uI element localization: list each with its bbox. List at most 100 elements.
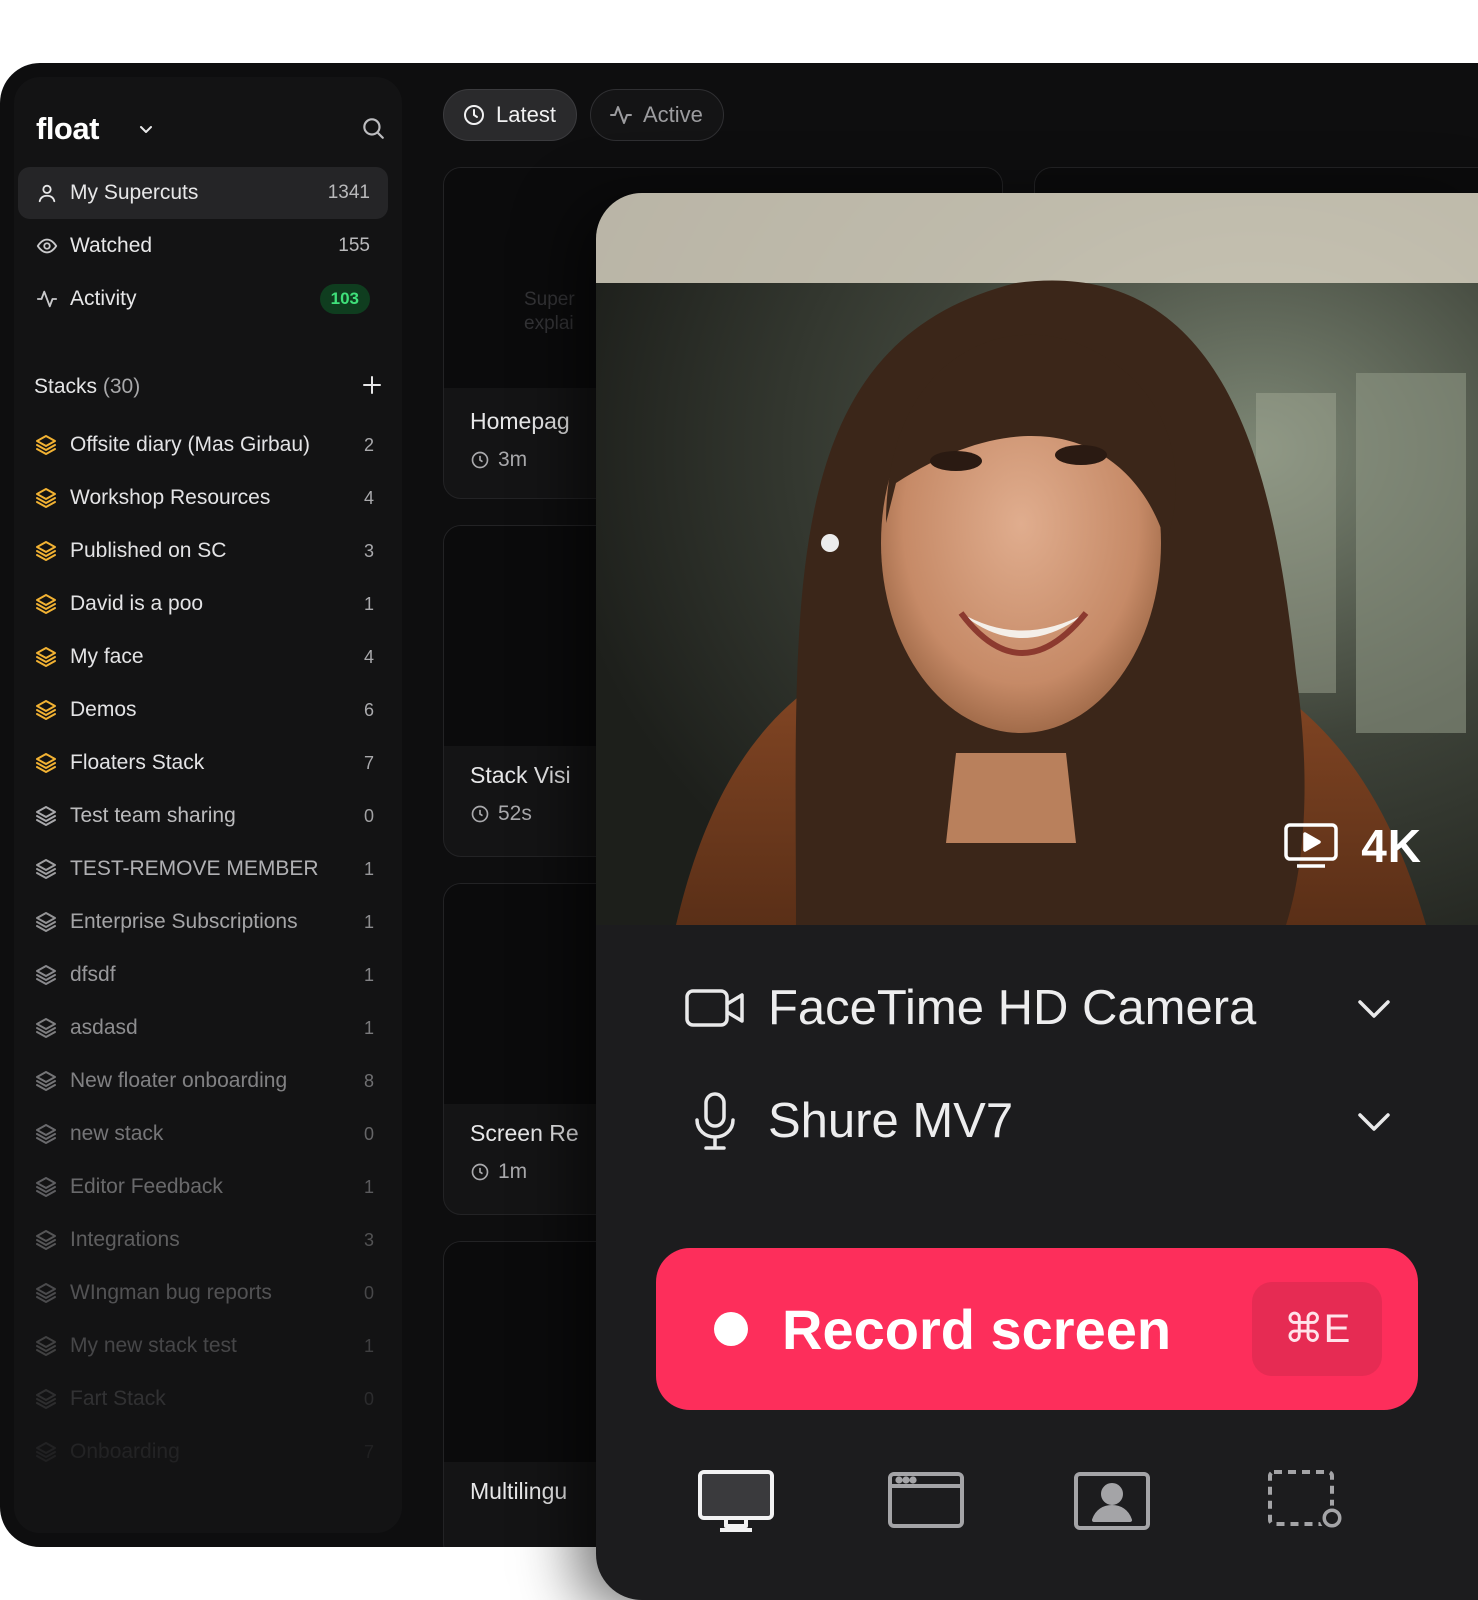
stack-item[interactable]: Integrations 3 [34,1220,374,1260]
card-meta: 3m [470,448,527,472]
clock-icon [471,451,489,469]
stack-icon [36,1124,56,1144]
region-record-icon [1268,1470,1345,1531]
stack-icon [36,541,56,561]
add-stack-icon[interactable] [360,373,384,397]
card-meta: 1m [470,1160,527,1184]
stack-label: WIngman bug reports [70,1281,272,1304]
stack-icon [36,435,56,455]
microphone-icon [695,1092,735,1150]
stack-label: Test team sharing [70,804,236,827]
stack-label: Fart Stack [70,1387,166,1410]
stack-item[interactable]: TEST-REMOVE MEMBER 1 [34,849,374,889]
stack-icon [36,1389,56,1409]
stack-count: 1 [363,1017,374,1038]
stack-label: Workshop Resources [70,486,271,509]
card-duration: 52s [498,802,532,825]
stack-item[interactable]: Published on SC 3 [34,531,374,571]
clock-icon [471,1163,489,1181]
stack-icon [36,753,56,773]
stack-item[interactable]: Enterprise Subscriptions 1 [34,902,374,942]
stack-count: 1 [363,1176,374,1197]
sidebar-header: float [36,97,386,157]
nav-count: 1341 [327,182,370,203]
stack-label: Editor Feedback [70,1175,223,1198]
stack-icon [36,1230,56,1250]
region-record-button[interactable] [1266,1468,1346,1534]
microphone-label: Shure MV7 [768,1094,1014,1148]
stack-count: 4 [363,646,374,667]
stack-label: new stack [70,1122,164,1145]
stack-item[interactable]: dfsdf 1 [34,955,374,995]
stack-count: 0 [363,1123,374,1144]
stack-label: Offsite diary (Mas Girbau) [70,433,311,456]
stack-count: 1 [363,1335,374,1356]
user-icon [38,184,56,203]
stacks-title: Stacks (30) [34,375,140,399]
stack-icon [36,806,56,826]
stack-count: 6 [363,699,374,720]
stack-label: TEST-REMOVE MEMBER [70,857,319,880]
nav-activity[interactable]: Activity 103 [18,273,388,325]
stack-count: 0 [363,1388,374,1409]
camera-preview: 4K [596,193,1478,925]
stack-item[interactable]: asdasd 1 [34,1008,374,1048]
quality-label: 4K [1361,820,1422,872]
stack-item[interactable]: My new stack test 1 [34,1326,374,1366]
nav-my-supercuts[interactable]: My Supercuts 1341 [18,167,388,219]
stack-icon [36,1071,56,1091]
stack-item[interactable]: Fart Stack 0 [34,1379,374,1419]
stack-label: Floaters Stack [70,751,205,774]
stack-item[interactable]: WIngman bug reports 0 [34,1273,374,1313]
stack-label: Enterprise Subscriptions [70,910,298,933]
camera-feed-image [596,193,1478,925]
record-screen-button[interactable]: Record screen ⌘E [656,1248,1418,1410]
card-title: Homepag [470,408,570,434]
stack-item[interactable]: David is a poo 1 [34,584,374,624]
stack-item[interactable]: Onboarding 7 [34,1432,374,1472]
stack-count: 7 [363,752,374,773]
filter-active-label: Active [643,102,703,127]
sidebar: float My Supercuts 1341 Watched 155 Acti… [14,77,402,1533]
workspace-logo[interactable]: float [36,111,99,147]
stack-item[interactable]: Floaters Stack 7 [34,743,374,783]
nav-label: My Supercuts [70,181,199,204]
stacks-header: Stacks (30) [34,367,384,407]
stack-item[interactable]: Editor Feedback 1 [34,1167,374,1207]
stack-item[interactable]: Test team sharing 0 [34,796,374,836]
stack-count: 1 [363,593,374,614]
stack-item[interactable]: Workshop Resources 4 [34,478,374,518]
activity-icon [610,106,632,124]
filter-active[interactable]: Active [590,89,724,141]
chevron-down-icon[interactable] [1354,1101,1394,1141]
nav-count: 155 [338,235,370,256]
stack-label: My face [70,645,144,668]
camera-select[interactable]: FaceTime HD Camera [684,968,1394,1048]
stack-count: 1 [363,858,374,879]
stack-item[interactable]: New floater onboarding 8 [34,1061,374,1101]
nav-watched[interactable]: Watched 155 [18,220,388,272]
chevron-down-icon[interactable] [136,119,156,139]
stack-item[interactable]: Offsite diary (Mas Girbau) 2 [34,425,374,465]
filter-latest-label: Latest [496,102,556,127]
stack-item[interactable]: Demos 6 [34,690,374,730]
stack-count: 2 [363,434,374,455]
stack-item[interactable]: My face 4 [34,637,374,677]
search-icon[interactable] [360,115,386,141]
window-mode-button[interactable] [886,1468,966,1534]
camera-only-button[interactable] [1072,1468,1152,1534]
stack-item[interactable]: new stack 0 [34,1114,374,1154]
screen-mode-button[interactable] [696,1468,776,1534]
card-title: Screen Re [470,1120,579,1146]
camera-only-icon [1074,1472,1150,1530]
stack-count: 4 [363,487,374,508]
card-title: Multilingu [470,1478,568,1504]
microphone-select[interactable]: Shure MV7 [684,1081,1394,1161]
stack-count: 1 [363,911,374,932]
stack-icon [36,859,56,879]
clock-icon [471,805,489,823]
card-meta: 52s [470,802,532,826]
chevron-down-icon[interactable] [1354,988,1394,1028]
filter-latest[interactable]: Latest [443,89,577,141]
card-duration: 3m [498,448,528,471]
